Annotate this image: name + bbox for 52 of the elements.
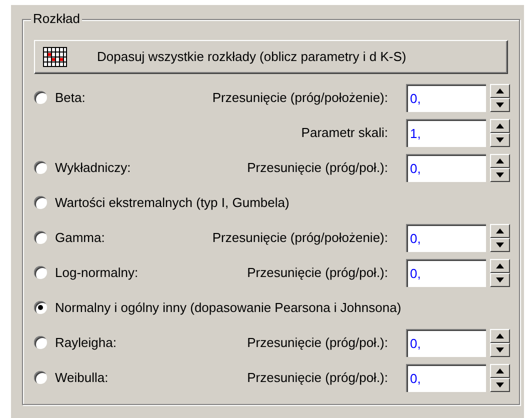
- field-label: Przesunięcie (próg/poł.):: [246, 264, 389, 282]
- up-triangle-icon: [496, 368, 504, 374]
- field-label: Przesunięcie (próg/poł.):: [246, 368, 389, 387]
- down-triangle-icon: [496, 136, 504, 142]
- radio-option[interactable]: Rayleigha:: [34, 332, 116, 352]
- spin-up-button[interactable]: [490, 364, 510, 378]
- number-field[interactable]: 0,: [406, 364, 486, 392]
- radio-option[interactable]: Beta:: [34, 88, 86, 108]
- radio-option[interactable]: Wartości ekstremalnych (typ I, Gumbela): [34, 192, 508, 212]
- radio-option[interactable]: Wykładniczy:: [34, 158, 131, 178]
- down-triangle-icon: [496, 346, 504, 352]
- field-label: Przesunięcie (próg/położenie):: [211, 228, 389, 247]
- down-triangle-icon: [496, 276, 504, 282]
- number-field[interactable]: 1,: [406, 118, 486, 146]
- up-triangle-icon: [496, 332, 504, 338]
- fit-all-button[interactable]: Dopasuj wszystkie rozkłady (oblicz parametry i d K-S): [34, 40, 508, 74]
- spin-up-button[interactable]: [490, 224, 510, 238]
- spin-down-button[interactable]: [490, 238, 510, 252]
- down-triangle-icon: [496, 102, 504, 108]
- spin-down-button[interactable]: [490, 342, 510, 356]
- field-label: Przesunięcie (próg/położenie):: [211, 88, 389, 107]
- number-field[interactable]: 0,: [406, 154, 486, 182]
- number-field[interactable]: 0,: [406, 258, 486, 286]
- up-triangle-icon: [496, 262, 504, 268]
- down-triangle-icon: [496, 172, 504, 178]
- radio-option[interactable]: Log-normalny:: [34, 262, 138, 282]
- up-triangle-icon: [496, 228, 504, 234]
- spin-up-button[interactable]: [490, 328, 510, 342]
- spin-up-button[interactable]: [490, 154, 510, 168]
- up-triangle-icon: [496, 88, 504, 94]
- number-field[interactable]: 0,: [406, 328, 486, 356]
- number-field[interactable]: 0,: [406, 224, 486, 252]
- radio-option[interactable]: Normalny i ogólny inny (dopasowanie Pearsona i Johnsona): [34, 298, 508, 318]
- field-label: Przesunięcie (próg/poł.):: [246, 158, 389, 177]
- down-triangle-icon: [496, 382, 504, 388]
- spin-down-button[interactable]: [490, 272, 510, 286]
- radio-option[interactable]: Weibulla:: [34, 368, 108, 388]
- field-label: Parametr skali:: [300, 124, 389, 142]
- number-field[interactable]: 0,: [406, 84, 486, 112]
- field-label: Przesunięcie (próg/poł.):: [246, 334, 389, 352]
- up-triangle-icon: [496, 158, 504, 164]
- spin-down-button[interactable]: [490, 378, 510, 392]
- spin-down-button[interactable]: [490, 98, 510, 112]
- grid-icon: [43, 47, 67, 67]
- radio-option[interactable]: Gamma:: [34, 228, 105, 248]
- spin-up-button[interactable]: [490, 84, 510, 98]
- down-triangle-icon: [496, 242, 504, 248]
- spin-up-button[interactable]: [490, 118, 510, 132]
- spin-down-button[interactable]: [490, 168, 510, 182]
- spin-down-button[interactable]: [490, 132, 510, 146]
- spin-up-button[interactable]: [490, 258, 510, 272]
- up-triangle-icon: [496, 122, 504, 128]
